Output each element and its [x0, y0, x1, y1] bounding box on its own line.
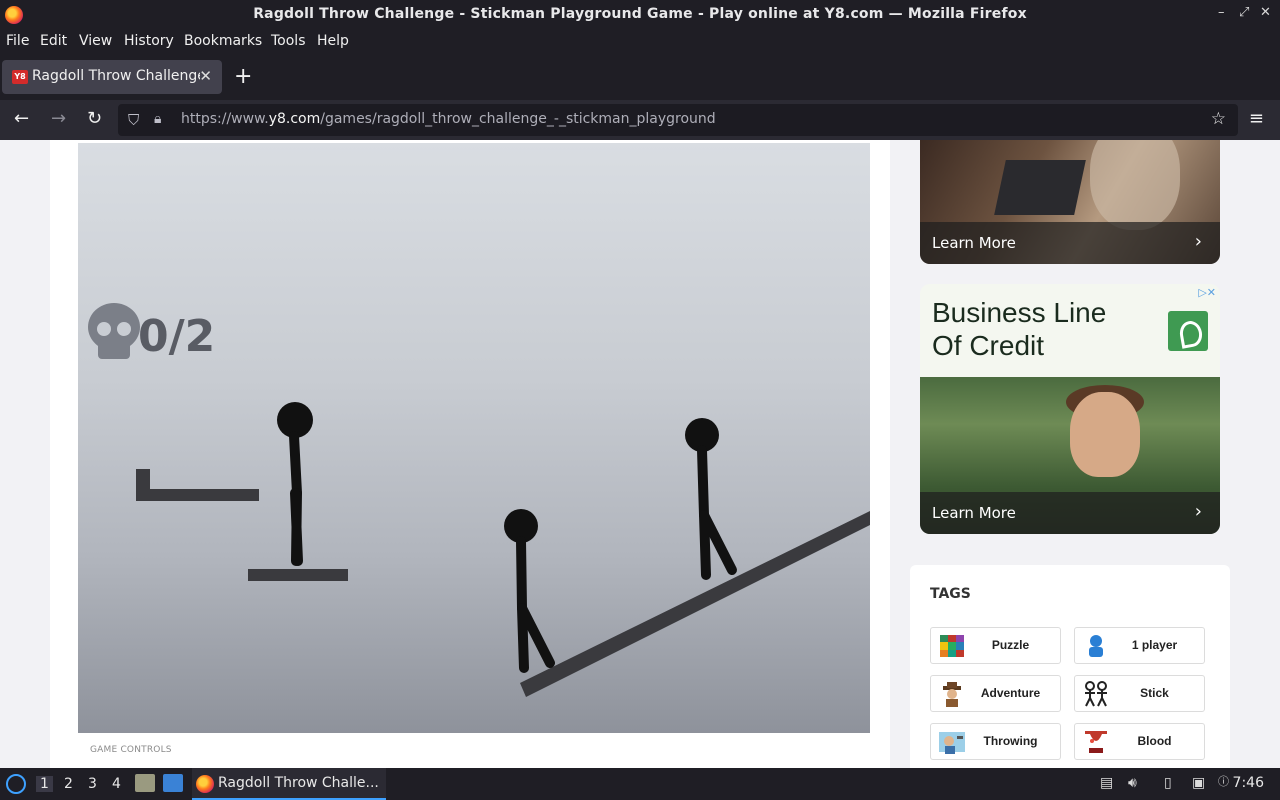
- leaf-logo-icon: [1168, 311, 1208, 351]
- menu-bar: File Edit View History Bookmarks Tools H…: [0, 30, 1280, 54]
- menu-file[interactable]: File: [6, 33, 29, 49]
- adventure-icon: [943, 682, 961, 707]
- firefox-icon: [196, 775, 214, 793]
- tab-ragdoll[interactable]: Y8 Ragdoll Throw Challenge - Stickman Pl…: [2, 60, 222, 94]
- title-bar: Ragdoll Throw Challenge - Stickman Playg…: [0, 0, 1280, 30]
- menu-help[interactable]: Help: [317, 33, 349, 49]
- blood-icon: [1085, 731, 1107, 753]
- url-bar[interactable]: ⛉ 🔒︎ https://www.y8.com/games/ragdoll_th…: [118, 104, 1238, 136]
- tab-close-button[interactable]: ✕: [199, 67, 212, 85]
- puzzle-icon: [940, 635, 964, 657]
- navigation-bar: ← → ↻ ⛉ 🔒︎ https://www.y8.com/games/ragd…: [0, 100, 1280, 140]
- adchoices-icon[interactable]: ▷✕: [1198, 286, 1216, 299]
- ad-banner-top[interactable]: Learn More ›: [920, 140, 1220, 264]
- taskbar-firefox-task[interactable]: Ragdoll Throw Challe...: [192, 768, 386, 800]
- sidebar: Learn More › ▷✕ Business Line Of Credit …: [910, 140, 1230, 768]
- stick-icon: [1085, 681, 1107, 707]
- workspace-2[interactable]: 2: [64, 776, 73, 792]
- ad2-learn-more-button[interactable]: Learn More ›: [920, 492, 1220, 534]
- throwing-icon: [939, 732, 965, 754]
- chevron-right-icon: ›: [1194, 231, 1202, 252]
- new-tab-button[interactable]: +: [234, 64, 252, 89]
- clipboard-icon[interactable]: ▯: [1164, 775, 1172, 791]
- workspace-1[interactable]: 1: [36, 776, 53, 792]
- chevron-right-icon: ›: [1194, 501, 1202, 522]
- ad-person-image: [1090, 140, 1180, 230]
- forward-button[interactable]: →: [51, 108, 66, 129]
- menu-view[interactable]: View: [79, 33, 112, 49]
- tracking-protection-shield-icon[interactable]: ⛉: [128, 111, 139, 129]
- web-page: 0/2 GAME CONTROLS Learn More › ▷✕ Busine…: [0, 140, 1280, 768]
- tag-puzzle[interactable]: Puzzle: [930, 627, 1061, 664]
- tags-title: TAGS: [930, 586, 971, 602]
- tag-adventure[interactable]: Adventure: [930, 675, 1061, 712]
- tab-strip: Y8 Ragdoll Throw Challenge - Stickman Pl…: [0, 54, 1280, 100]
- skull-icon: [88, 303, 140, 359]
- game-canvas[interactable]: 0/2: [78, 143, 870, 733]
- ad-headline: Business Line Of Credit: [932, 297, 1107, 361]
- game-controls-label: GAME CONTROLS: [90, 745, 172, 755]
- taskbar: 1 2 3 4 Ragdoll Throw Challe... ▤ 🔊︎ ▯ ▣…: [0, 768, 1280, 800]
- maximize-button[interactable]: ⤢: [1239, 5, 1249, 20]
- ad1-learn-more-button[interactable]: Learn More ›: [920, 222, 1220, 264]
- reload-button[interactable]: ↻: [87, 108, 102, 129]
- tag-stick[interactable]: Stick: [1074, 675, 1205, 712]
- workspace-4[interactable]: 4: [112, 776, 121, 792]
- menu-bookmarks[interactable]: Bookmarks: [184, 33, 262, 49]
- tag-throwing[interactable]: Throwing: [930, 723, 1061, 760]
- y8-favicon-icon: Y8: [12, 70, 28, 84]
- tags-panel: TAGS Puzzle 1 player Adventure Stick Thr…: [910, 565, 1230, 768]
- notification-icon[interactable]: ⓘ: [1218, 773, 1229, 789]
- clock: 7:46: [1232, 775, 1264, 791]
- kill-counter: 0/2: [138, 311, 215, 362]
- hamburger-menu-icon[interactable]: ≡: [1249, 108, 1264, 129]
- one-player-icon: [1089, 635, 1103, 657]
- start-menu-icon[interactable]: [6, 774, 26, 794]
- ad-laptop-image: [994, 160, 1086, 215]
- close-window-button[interactable]: ✕: [1260, 5, 1271, 20]
- game-panel: 0/2 GAME CONTROLS: [50, 140, 890, 768]
- storage-tray-icon[interactable]: ▤: [1100, 775, 1113, 791]
- stickman-enemy-1: [504, 509, 555, 673]
- bookmark-star-icon[interactable]: ☆: [1211, 109, 1226, 129]
- menu-tools[interactable]: Tools: [271, 33, 306, 49]
- tag-1-player[interactable]: 1 player: [1074, 627, 1205, 664]
- window-title: Ragdoll Throw Challenge - Stickman Playg…: [253, 6, 1027, 22]
- file-manager-icon[interactable]: [135, 774, 155, 792]
- stickman-enemy-2: [685, 418, 737, 580]
- lock-icon[interactable]: 🔒︎: [154, 111, 161, 127]
- tab-title: Ragdoll Throw Challenge - Stickman Playg…: [32, 68, 200, 84]
- url-text[interactable]: https://www.y8.com/games/ragdoll_throw_c…: [181, 111, 716, 127]
- workspace-3[interactable]: 3: [88, 776, 97, 792]
- game-scene: 0/2: [88, 303, 870, 697]
- menu-history[interactable]: History: [124, 33, 174, 49]
- tag-blood[interactable]: Blood: [1074, 723, 1205, 760]
- stickman-player: [277, 402, 313, 566]
- minimize-button[interactable]: –: [1218, 5, 1225, 20]
- menu-edit[interactable]: Edit: [40, 33, 67, 49]
- network-icon[interactable]: ▣: [1192, 775, 1205, 791]
- back-button[interactable]: ←: [14, 108, 29, 129]
- platforms: [136, 469, 870, 697]
- ad-banner-credit[interactable]: ▷✕ Business Line Of Credit Learn More ›: [920, 284, 1220, 534]
- volume-icon[interactable]: 🔊︎: [1128, 775, 1137, 791]
- desktop-icon[interactable]: [163, 774, 183, 792]
